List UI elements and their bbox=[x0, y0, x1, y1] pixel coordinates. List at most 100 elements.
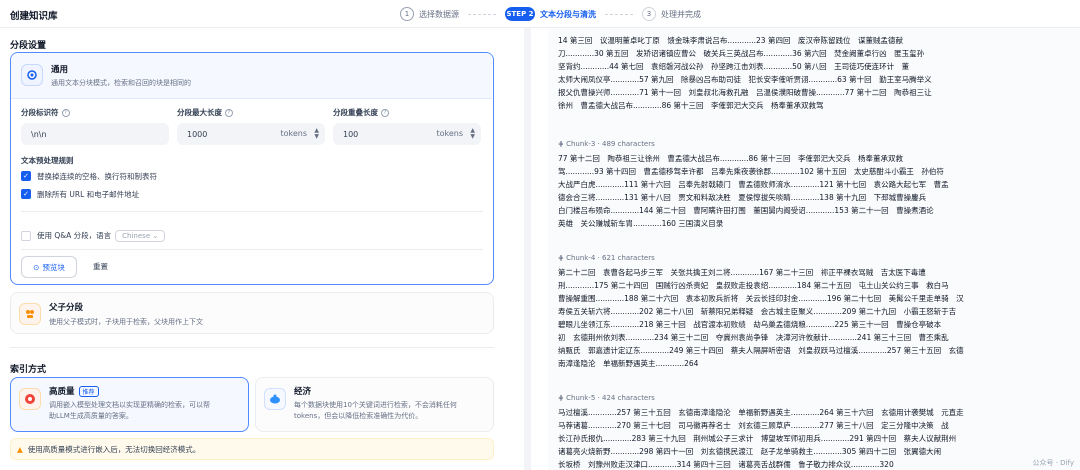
chunk-line: 诸葛亮火烧新野............298 第四十一回 刘玄德携民渡江 赵子龙… bbox=[558, 447, 942, 456]
chunk-line: 刑............175 第二十四回 国贼行凶杀贵妃 皇叔败走投袁绍..… bbox=[558, 281, 949, 290]
chunk-line: 长江孙氏报仇............283 第三十九回 荆州城公子三求计 博望坡… bbox=[558, 434, 957, 443]
stepper-icon[interactable]: ▲ ▼ bbox=[314, 128, 319, 140]
chunk-line: 14 第三回 议温明董卓叱丁原 馈金珠李肃说吕布............23 第… bbox=[558, 36, 903, 45]
step-label: 文本分段与清洗 bbox=[540, 9, 596, 19]
piggy-bank-icon bbox=[264, 388, 286, 410]
qa-checkbox[interactable] bbox=[21, 231, 31, 241]
chunk-line bbox=[558, 370, 1072, 383]
high-quality-title: 高质量 推荐 bbox=[49, 385, 99, 397]
overlap-input[interactable]: 100 tokens ▲ ▼ bbox=[333, 123, 481, 145]
chunk-preview-panel: 14 第三回 议温明董卓叱丁原 馈金珠李肃说吕布............23 第… bbox=[548, 28, 1080, 470]
page-title: 创建知识库 bbox=[10, 11, 58, 22]
chunk-line: 德会合三将............131 第十八回 贾文和料敌决胜 夏侯惇拔矢啖… bbox=[558, 193, 927, 202]
reset-button[interactable]: 重置 bbox=[93, 261, 108, 272]
chunk-line: 77 第十二回 陶恭祖三让徐州 曹孟德大战吕布............86 第十… bbox=[558, 154, 903, 163]
chunk-line: 太师大闹凤仪亭............57 第九回 除暴凶吕布助司徒 犯长安李傕… bbox=[558, 75, 932, 84]
high-quality-title-text: 高质量 bbox=[49, 387, 75, 397]
chunk-line: 报父仇曹操兴师............71 第十一回 刘皇叔北海救孔融 吕温侯濮… bbox=[558, 88, 932, 97]
warning-icon: ▲ bbox=[17, 444, 23, 454]
general-title: 通用 bbox=[51, 65, 69, 75]
chunk-line: 徐州 曹孟德大战吕布............86 第十三回 李傕郭汜大交兵 杨奉… bbox=[558, 101, 824, 110]
economy-card[interactable]: 经济 每个数据块使用10个关键词进行检索，不会消耗任何 tokens，但会以降低… bbox=[255, 377, 494, 432]
general-mode-card[interactable]: 通用 通用文本分块模式，检索和召回的块是相同的 分段标识符? 分段最大长度? 分… bbox=[10, 52, 494, 285]
left-scrollbar[interactable] bbox=[524, 28, 531, 470]
field-label-text: 分段重叠长度 bbox=[333, 108, 378, 117]
economy-desc-line1: 每个数据块使用10个关键词进行检索，不会消耗任何 bbox=[294, 401, 457, 409]
chunk-line: 马过檀溪............257 第三十五回 玄德南漳逢隐沦 单福新野遇英… bbox=[558, 408, 964, 417]
preview-chunks-button[interactable]: ⊙ 预览块 bbox=[21, 256, 77, 278]
recommended-badge: 推荐 bbox=[78, 386, 99, 397]
chunk-line: 刀............30 第五回 发矫诏诸镇应曹公 破关兵三英战吕布...… bbox=[558, 49, 925, 58]
preview-label: 预览块 bbox=[42, 262, 65, 272]
chunk-5: ⋕ Chunk-5 · 424 characters 马过檀溪.........… bbox=[558, 394, 1072, 470]
separator-input[interactable]: \n\n bbox=[21, 123, 169, 145]
parent-child-title: 父子分段 bbox=[49, 303, 84, 313]
replace-spaces-checkbox[interactable]: ✓ bbox=[21, 171, 31, 181]
chunk-hash-icon: ⋕ bbox=[558, 254, 564, 262]
replace-spaces-label: 替换掉连续的空格、换行符和制表符 bbox=[37, 172, 157, 181]
chunk-title: Chunk-3 · 489 characters bbox=[566, 140, 655, 148]
chunk-3: ⋕ Chunk-3 · 489 characters 77 第十二回 陶恭祖三让… bbox=[558, 140, 1072, 230]
max-length-value: 1000 bbox=[187, 129, 208, 139]
search-icon: ⊙ bbox=[33, 262, 40, 272]
help-icon[interactable]: ? bbox=[381, 109, 389, 117]
settings-panel: 分段设置 通用 通用文本分块模式，检索和召回的块是相同的 分段标识符? 分段最大… bbox=[0, 28, 500, 470]
parent-child-mode-card[interactable]: 父子分段 使用父子模式时，子块用于检索，父块用作上下文 bbox=[10, 292, 494, 334]
general-description: 通用文本分块模式，检索和召回的块是相同的 bbox=[51, 79, 191, 87]
warning-banner: ▲ 使用高质量模式进行嵌入后，无法切换回经济模式。 bbox=[10, 438, 494, 460]
chunk-2: 14 第三回 议温明董卓叱丁原 馈金珠李肃说吕布............23 第… bbox=[558, 34, 1072, 112]
chunk-line: 南漳逢隐沦 单福新野遇英主............264 bbox=[558, 359, 699, 368]
language-select[interactable]: Chinese ⌄ bbox=[115, 230, 166, 242]
chunk-header: ⋕ Chunk-5 · 424 characters bbox=[558, 394, 1072, 402]
chunk-line: 长坂桥 刘豫州败走汉津口............314 第四十三回 诸葛亮舌战群… bbox=[558, 460, 894, 469]
chunk-line: 第二十二回 袁曹各起马步三军 关张共擒王刘二将............167 第… bbox=[558, 268, 926, 277]
high-quality-desc-line2: 助LLM生成高质量的答案。 bbox=[49, 412, 133, 420]
chunk-line: 曹操解重围............188 第二十六回 袁本初败兵折将 关云长挂印… bbox=[558, 294, 964, 303]
field-label-text: 分段标识符 bbox=[21, 108, 59, 117]
language-value: Chinese bbox=[122, 232, 151, 240]
step-label: 选择数据源 bbox=[419, 9, 459, 19]
watermark: 公众号 · Dify bbox=[1032, 459, 1075, 467]
separator-value: \n\n bbox=[31, 129, 47, 139]
step-divider bbox=[468, 13, 496, 15]
economy-title: 经济 bbox=[294, 387, 312, 397]
chunk-line: 白门楼吕布殒命............144 第二十回 曹阿瞒许田打围 董国舅内… bbox=[558, 206, 934, 215]
help-icon[interactable]: ? bbox=[61, 109, 70, 117]
chunk-line: 驾............93 第十四回 曹孟德移驾幸许都 吕奉先乘夜袭徐郡..… bbox=[558, 167, 944, 176]
general-card-header: 通用 通用文本分块模式，检索和召回的块是相同的 bbox=[11, 53, 492, 99]
chunk-title: Chunk-4 · 621 characters bbox=[566, 254, 655, 262]
divider bbox=[21, 211, 483, 212]
step-label: 处理并完成 bbox=[661, 9, 701, 19]
parent-child-icon bbox=[19, 303, 41, 325]
overlap-label: 分段重叠长度? bbox=[333, 107, 389, 118]
qa-label: 使用 Q&A 分段，语言 Chinese ⌄ bbox=[37, 230, 166, 242]
economy-desc-line2: tokens，但会以降低检索准确性为代价。 bbox=[294, 412, 423, 420]
chunk-line: 英雄 关公赚城斩车胄............160 三国演义目录 bbox=[558, 219, 724, 228]
tokens-unit: tokens bbox=[280, 129, 307, 138]
tokens-unit: tokens bbox=[436, 129, 463, 138]
settings-icon bbox=[21, 64, 43, 86]
help-icon[interactable]: ? bbox=[225, 109, 233, 117]
separator-label: 分段标识符? bbox=[21, 107, 70, 118]
remove-urls-checkbox[interactable]: ✓ bbox=[21, 189, 31, 199]
step-select-source: 1 选择数据源 bbox=[400, 7, 459, 21]
step-divider bbox=[605, 13, 633, 15]
orange-badge-icon bbox=[19, 388, 41, 410]
max-length-input[interactable]: 1000 tokens ▲ ▼ bbox=[177, 123, 325, 145]
chunk-line: 初 玄德荆州依刘表............234 第三十二回 夺冀州袁尚争锋 决… bbox=[558, 333, 949, 342]
chunk-line: 大战严白虎............111 第十六回 吕奉先射戟辕门 曹孟德败师淯… bbox=[558, 180, 949, 189]
max-length-label: 分段最大长度? bbox=[177, 107, 233, 118]
stepper-icon[interactable]: ▲ ▼ bbox=[470, 128, 475, 140]
divider bbox=[21, 249, 483, 250]
chunk-line: 坚背约............44 第七回 袁绍磐河战公孙 孙坚跨江击刘表...… bbox=[558, 62, 910, 71]
chunk-line: 碧眼儿坐领江东............218 第三十回 战官渡本初败绩 劫乌巢孟… bbox=[558, 320, 942, 329]
stepper: 1 选择数据源 STEP 2 文本分段与清洗 3 处理并完成 bbox=[400, 5, 701, 23]
chunk-hash-icon: ⋕ bbox=[558, 140, 564, 148]
high-quality-card[interactable]: 高质量 推荐 调用嵌入模型处理文档以实现更精确的检索，可以帮 助LLM生成高质量的… bbox=[10, 377, 249, 432]
remove-urls-label: 删除所有 URL 和电子邮件地址 bbox=[37, 190, 140, 199]
preprocess-rules-heading: 文本预处理规则 bbox=[21, 156, 74, 165]
step-number: STEP 2 bbox=[505, 7, 535, 21]
chunk-hash-icon: ⋕ bbox=[558, 394, 564, 402]
chunk-line: 寿侯五关斩六将............202 第二十八回 斩蔡阳兄弟释疑 会古城… bbox=[558, 307, 957, 316]
chunk-header: ⋕ Chunk-3 · 489 characters bbox=[558, 140, 1072, 148]
